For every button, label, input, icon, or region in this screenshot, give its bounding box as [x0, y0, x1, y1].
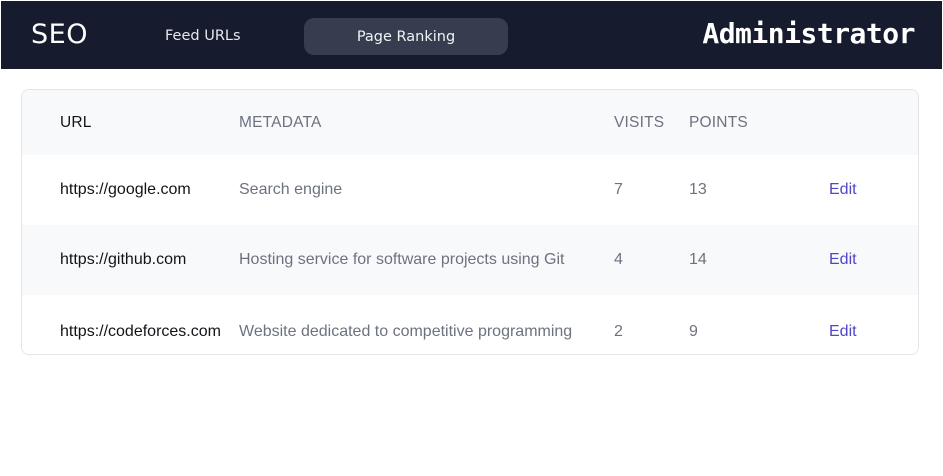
nav-link-page-ranking[interactable]: Page Ranking: [304, 18, 508, 55]
table-body: https://google.com Search engine 7 13 Ed…: [22, 155, 918, 354]
header-visits: VISITS: [614, 113, 665, 131]
navbar: SEO Feed URLs Page Ranking Administrator: [1, 1, 942, 69]
cell-metadata: Search engine: [239, 181, 343, 198]
cell-visits: 4: [614, 251, 623, 268]
ranking-table: URL METADATA VISITS POINTS https://googl…: [22, 90, 918, 354]
edit-button[interactable]: Edit: [829, 181, 857, 198]
table-header: URL METADATA VISITS POINTS: [22, 90, 918, 155]
cell-action: Edit: [829, 155, 918, 225]
header-row: URL METADATA VISITS POINTS: [22, 90, 918, 155]
ranking-table-card: URL METADATA VISITS POINTS https://googl…: [21, 89, 919, 355]
logo[interactable]: SEO: [31, 19, 88, 50]
cell-url: https://codeforces.com: [60, 323, 221, 340]
cell-points: 9: [689, 323, 698, 340]
edit-button[interactable]: Edit: [829, 251, 857, 268]
cell-visits: 2: [614, 323, 623, 340]
cell-points: 14: [689, 251, 707, 268]
cell-url: https://github.com: [60, 251, 187, 268]
header-actions: [829, 90, 918, 155]
cell-metadata: Website dedicated to competitive program…: [239, 323, 573, 340]
cell-metadata: Hosting service for software projects us…: [239, 251, 565, 268]
nav-link-page-ranking-label: Page Ranking: [356, 28, 456, 45]
header-points: POINTS: [689, 113, 748, 131]
cell-points: 13: [689, 181, 707, 198]
table-row: https://google.com Search engine 7 13 Ed…: [22, 155, 918, 225]
cell-action: Edit: [829, 225, 918, 295]
cell-visits: 7: [614, 181, 623, 198]
nav-link-feed-urls[interactable]: Feed URLs: [165, 28, 241, 45]
cell-url: https://google.com: [60, 181, 191, 198]
header-metadata: METADATA: [239, 113, 322, 131]
header-url: URL: [60, 113, 92, 131]
edit-button[interactable]: Edit: [829, 323, 857, 340]
user-title: Administrator: [702, 17, 915, 50]
table-row: https://codeforces.com Website dedicated…: [22, 295, 918, 354]
table-row: https://github.com Hosting service for s…: [22, 225, 918, 295]
cell-action: Edit: [829, 295, 918, 354]
